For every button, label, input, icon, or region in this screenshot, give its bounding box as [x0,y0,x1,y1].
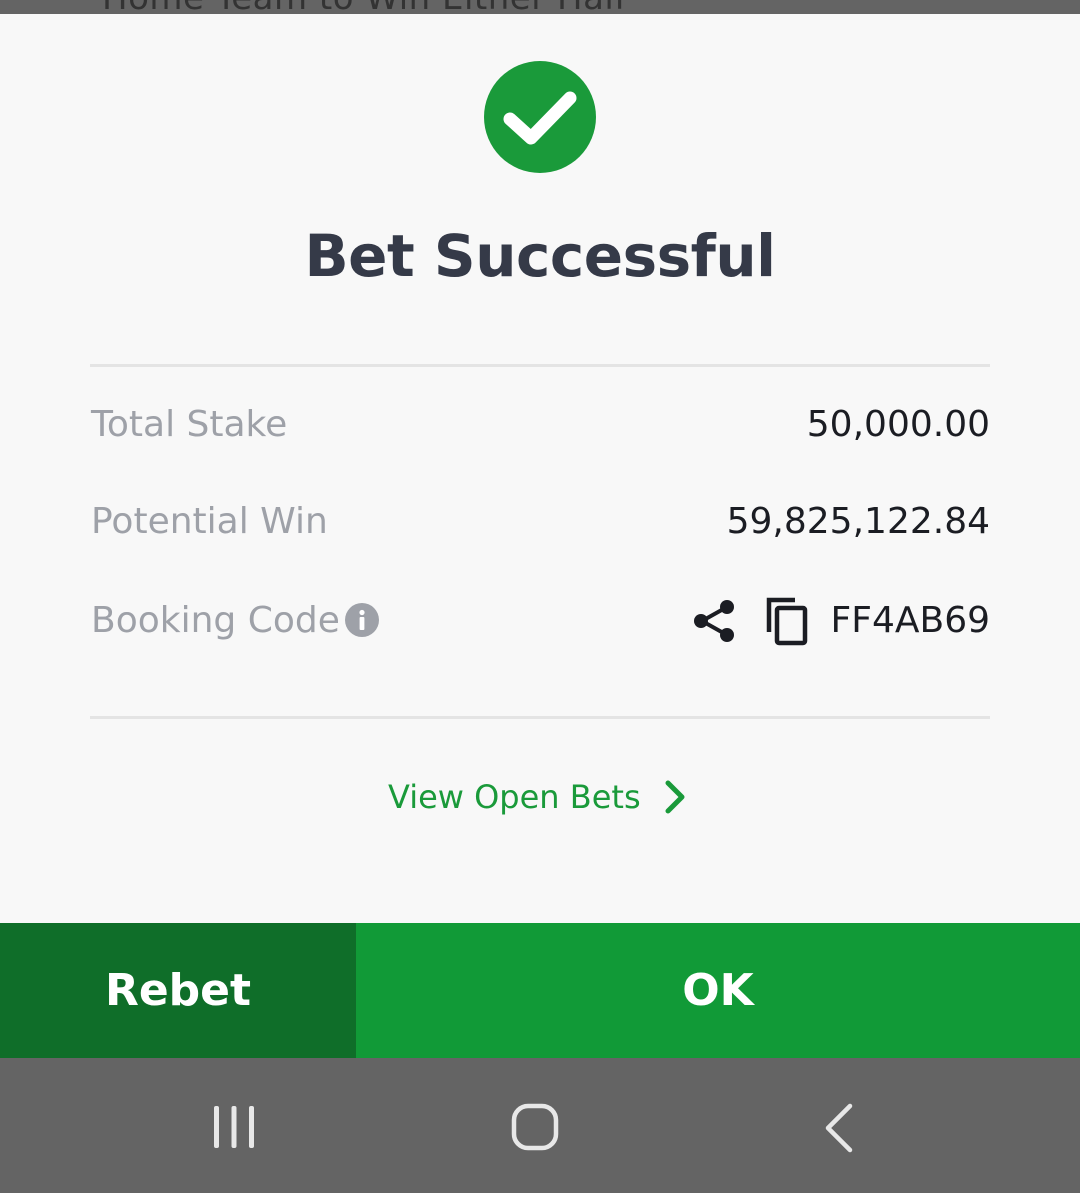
info-icon[interactable] [345,603,379,637]
potential-win-label: Potential Win [91,501,328,542]
home-icon[interactable] [510,1102,560,1152]
view-open-bets-label: View Open Bets [388,778,641,816]
dialog-title: Bet Successful [304,222,776,290]
check-circle-icon [484,61,596,173]
bet-success-dialog: Bet Successful Total Stake 50,000.00 Pot… [0,14,1080,924]
booking-code-value[interactable]: FF4AB69 [831,600,990,641]
recent-apps-icon[interactable] [210,1104,258,1150]
total-stake-value: 50,000.00 [806,404,990,445]
booking-code-label: Booking Code [91,600,340,641]
system-navigation-bar [0,1058,1080,1193]
screen: Home Team to Win Either Half Bet Success… [0,0,1080,1193]
total-stake-label: Total Stake [91,404,288,445]
back-icon[interactable] [822,1102,856,1154]
potential-win-value: 59,825,122.84 [726,501,990,542]
share-icon[interactable] [693,599,735,643]
copy-icon[interactable] [765,596,809,646]
divider-bottom [90,716,990,719]
divider-top [90,364,990,367]
view-open-bets-link[interactable]: View Open Bets [388,778,687,816]
ok-button[interactable]: OK [356,923,1080,1058]
rebet-button[interactable]: Rebet [0,923,356,1058]
chevron-right-icon [665,780,685,814]
